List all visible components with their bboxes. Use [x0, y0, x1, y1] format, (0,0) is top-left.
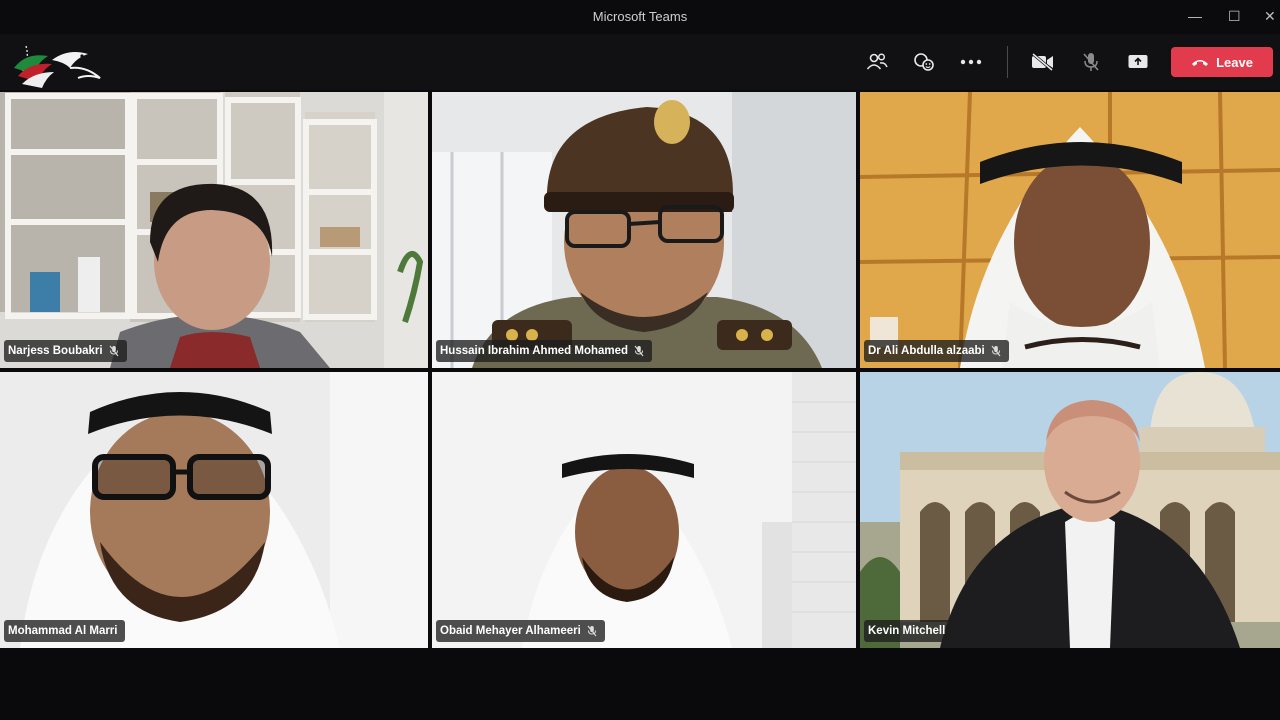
- title-bar: Microsoft Teams — ☐ ✕: [0, 0, 1280, 34]
- video-tile[interactable]: Mohammad Al Marri: [0, 372, 428, 648]
- participant-video: [860, 92, 1280, 368]
- participant-name-tag: Dr Ali Abdulla alzaabi: [864, 340, 1009, 362]
- participant-video: [860, 372, 1280, 648]
- participant-video: [0, 372, 428, 648]
- participant-name: Obaid Mehayer Alhameeri: [440, 625, 581, 637]
- video-tile[interactable]: Hussain Ibrahim Ahmed Mohamed: [432, 92, 856, 368]
- mic-muted-icon: [109, 345, 119, 357]
- participants-icon[interactable]: [861, 46, 893, 78]
- video-tile[interactable]: Dr Ali Abdulla alzaabi: [860, 92, 1280, 368]
- reactions-icon[interactable]: [908, 46, 940, 78]
- video-tile[interactable]: Kevin Mitchell: [860, 372, 1280, 648]
- more-options-icon[interactable]: [955, 46, 987, 78]
- participant-name-tag: Narjess Boubakri: [4, 340, 127, 362]
- mic-muted-icon: [991, 345, 1001, 357]
- toolbar-divider: [1007, 46, 1008, 78]
- participant-name-tag: Mohammad Al Marri: [4, 620, 126, 642]
- organization-logo: [14, 45, 101, 88]
- minimize-button[interactable]: —: [1188, 8, 1202, 24]
- mic-muted-icon: [634, 345, 644, 357]
- participant-name: Narjess Boubakri: [8, 345, 103, 357]
- window-title: Microsoft Teams: [592, 9, 688, 24]
- share-screen-icon[interactable]: [1122, 46, 1154, 78]
- video-tile[interactable]: Narjess Boubakri: [0, 92, 428, 368]
- close-button[interactable]: ✕: [1264, 8, 1276, 24]
- microphone-muted-icon[interactable]: [1075, 46, 1107, 78]
- participant-name: Kevin Mitchell: [868, 625, 946, 637]
- participant-name-tag: Hussain Ibrahim Ahmed Mohamed: [436, 340, 653, 362]
- leave-label: Leave: [1216, 54, 1253, 70]
- participant-name: Dr Ali Abdulla alzaabi: [868, 345, 985, 357]
- maximize-button[interactable]: ☐: [1228, 8, 1241, 24]
- participant-video: [432, 92, 856, 368]
- camera-off-icon[interactable]: [1027, 46, 1059, 78]
- participant-video: [0, 92, 428, 368]
- participant-name: Hussain Ibrahim Ahmed Mohamed: [440, 345, 629, 357]
- mic-muted-icon: [587, 625, 597, 637]
- participant-name-tag: Kevin Mitchell: [864, 620, 954, 642]
- meeting-toolbar: Leave: [0, 34, 1280, 90]
- participant-name: Mohammad Al Marri: [8, 625, 118, 637]
- participant-video: [432, 372, 856, 648]
- participant-name-tag: Obaid Mehayer Alhameeri: [436, 620, 605, 642]
- hang-up-icon: [1192, 59, 1209, 66]
- leave-button[interactable]: Leave: [1171, 47, 1273, 77]
- video-tile[interactable]: Obaid Mehayer Alhameeri: [432, 372, 856, 648]
